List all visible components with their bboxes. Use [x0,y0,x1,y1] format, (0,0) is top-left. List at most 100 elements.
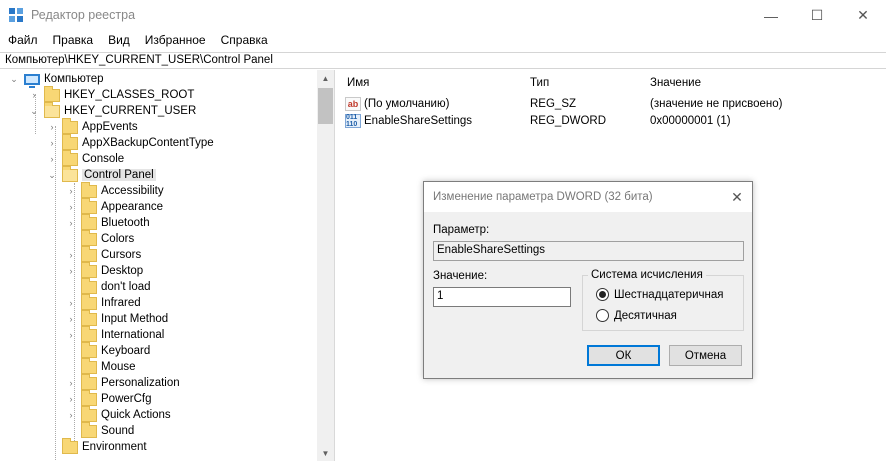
menu-favorites[interactable]: Избранное [137,31,213,51]
chevron-right-icon[interactable]: › [65,217,77,229]
chevron-down-icon[interactable]: ⌄ [46,169,58,181]
tree-node-cp-child[interactable]: › Desktop [65,261,143,279]
tree-node-hkcu[interactable]: ⌄ HKEY_CURRENT_USER [28,101,196,119]
value-data-input[interactable]: 1 [433,287,571,307]
tree-node-cp-child[interactable]: Keyboard [65,341,150,359]
chevron-right-icon[interactable]: › [65,249,77,261]
column-header-value[interactable]: Значение [650,77,701,89]
chevron-right-icon[interactable]: › [65,393,77,405]
dialog-close-icon[interactable]: ✕ [722,182,752,212]
scrollbar-thumb[interactable] [318,88,333,124]
tree-node-cp-child[interactable]: › Accessibility [65,181,164,199]
close-button[interactable]: ✕ [840,0,886,31]
tree-node-environment[interactable]: Environment [46,437,147,455]
value-data: (значение не присвоено) [650,98,783,110]
chevron-right-icon[interactable]: › [46,137,58,149]
radio-unselected-icon[interactable] [596,309,609,322]
tree-node-control-panel[interactable]: ⌄ Control Panel [46,165,156,183]
chevron-right-icon[interactable]: › [65,265,77,277]
tree-node-cp-child[interactable]: › Bluetooth [65,213,150,231]
menu-bar: Файл Правка Вид Избранное Справка [0,31,886,51]
address-bar[interactable]: Компьютер\HKEY_CURRENT_USER\Control Pane… [0,52,886,69]
cancel-button[interactable]: Отмена [669,345,742,366]
tree-node-appxbackup[interactable]: › AppXBackupContentType [46,133,214,151]
tree-node-cp-child[interactable]: Mouse [65,357,136,375]
folder-icon [62,117,78,134]
folder-icon [81,389,97,406]
chevron-right-icon[interactable]: › [46,153,58,165]
tree-node-label: don't load [101,281,151,293]
column-header-type[interactable]: Тип [530,77,549,89]
chevron-right-icon[interactable]: › [28,89,40,101]
folder-icon [81,245,97,262]
chevron-right-icon[interactable]: › [65,185,77,197]
folder-icon [62,149,78,166]
tree-node-cp-child[interactable]: Colors [65,229,134,247]
value-type: REG_DWORD [530,115,607,127]
menu-file[interactable]: Файл [0,31,45,51]
tree-node-computer[interactable]: ⌄ Компьютер [8,71,104,88]
tree-node-cp-child[interactable]: › PowerCfg [65,389,152,407]
chevron-right-icon[interactable]: › [65,329,77,341]
dialog-title-bar: Изменение параметра DWORD (32 бита) ✕ [424,182,752,212]
folder-icon [81,357,97,374]
tree-node-cp-child[interactable]: › Cursors [65,245,142,263]
chevron-right-icon[interactable]: › [65,201,77,213]
tree-node-cp-child[interactable]: Sound [65,421,134,439]
tree-node-label: AppXBackupContentType [82,137,214,149]
menu-view[interactable]: Вид [100,31,137,51]
base-group-label: Система исчисления [588,269,706,281]
list-item[interactable]: ab (По умолчанию) [345,96,449,112]
base-groupbox [582,275,744,331]
tree-node-label: Accessibility [101,185,164,197]
chevron-right-icon[interactable]: › [65,409,77,421]
tree-node-label: Infrared [101,297,141,309]
tree-node-console[interactable]: › Console [46,149,125,167]
folder-icon [81,405,97,422]
tree-node-cp-child[interactable]: › Appearance [65,197,163,215]
chevron-right-icon[interactable]: › [65,297,77,309]
tree-node-label: Компьютер [44,73,104,85]
value-data: 0x00000001 (1) [650,115,731,127]
tree-node-cp-child[interactable]: › International [65,325,164,343]
tree-node-label: PowerCfg [101,393,152,405]
folder-icon [81,421,97,438]
chevron-right-icon[interactable]: › [65,313,77,325]
tree-scrollbar[interactable]: ▲ ▼ [317,70,334,461]
column-header-name[interactable]: Имя [347,77,369,89]
folder-open-icon [44,101,60,118]
scroll-down-arrow-icon[interactable]: ▼ [317,445,334,461]
chevron-right-icon[interactable]: › [46,121,58,133]
tree-node-label: Bluetooth [101,217,150,229]
folder-icon [62,133,78,150]
maximize-button[interactable]: ☐ [794,0,840,31]
folder-icon [44,85,60,102]
radio-decimal[interactable]: Десятичная [596,309,677,322]
folder-icon [81,261,97,278]
edit-dword-dialog: Изменение параметра DWORD (32 бита) ✕ Па… [423,181,753,379]
folder-icon [81,341,97,358]
radio-label: Десятичная [614,309,677,322]
scroll-up-arrow-icon[interactable]: ▲ [317,70,334,86]
chevron-down-icon[interactable]: ⌄ [8,73,20,85]
tree-node-label: Console [82,153,125,165]
radio-hexadecimal[interactable]: Шестнадцатеричная [596,288,723,301]
ok-button[interactable]: ОК [587,345,660,366]
folder-open-icon [62,165,78,182]
menu-edit[interactable]: Правка [45,31,101,51]
chevron-down-icon[interactable]: ⌄ [28,105,40,117]
chevron-right-icon[interactable]: › [65,377,77,389]
tree-node-label: Cursors [101,249,142,261]
list-item[interactable]: 011 110 EnableShareSettings [345,113,472,129]
minimize-button[interactable]: — [748,0,794,31]
radio-selected-icon[interactable] [596,288,609,301]
tree-node-appevents[interactable]: › AppEvents [46,117,138,135]
tree-node-cp-child[interactable]: don't load [65,277,151,295]
binary-value-icon: 011 110 [345,114,361,128]
computer-icon [24,73,40,88]
menu-help[interactable]: Справка [213,31,275,51]
tree-node-cp-child[interactable]: › Infrared [65,293,141,311]
